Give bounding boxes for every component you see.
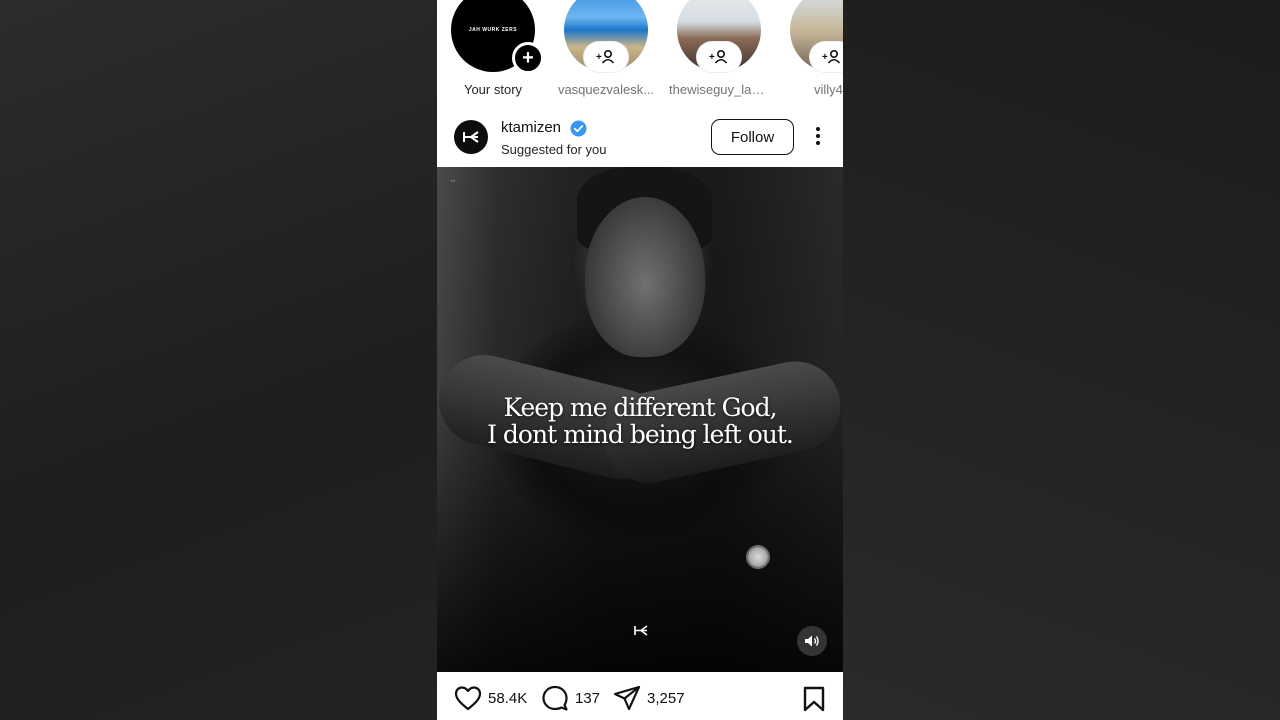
touch-indicator xyxy=(746,545,770,569)
add-friend-icon[interactable]: + xyxy=(810,42,843,72)
add-story-icon[interactable]: + xyxy=(512,42,544,74)
background-right xyxy=(843,0,1280,720)
story-label: thewiseguy_lan... xyxy=(669,82,769,97)
like-action[interactable]: 58.4K xyxy=(454,685,527,711)
your-story-ring-text: JAH WURK ZERS xyxy=(468,27,518,33)
svg-text:+: + xyxy=(596,52,602,63)
send-icon[interactable] xyxy=(613,685,641,711)
speaker-icon[interactable] xyxy=(797,626,827,656)
post-media[interactable]: ▪▪▪ Keep me different God, I dont mind b… xyxy=(437,167,843,672)
comment-icon[interactable] xyxy=(541,685,569,711)
stories-row: JAH WURK ZERS + Your story + vasquezvale… xyxy=(437,0,843,112)
story-label: villy46 xyxy=(813,82,843,97)
background-left xyxy=(0,0,437,720)
media-watermark: ▪▪▪ xyxy=(451,178,456,183)
media-quote: Keep me different God, I dont mind being… xyxy=(437,394,843,448)
like-count: 58.4K xyxy=(488,689,528,707)
add-friend-icon[interactable]: + xyxy=(697,42,741,72)
story-label: vasquezvalesk... xyxy=(557,82,655,97)
post-username[interactable]: ktamizen xyxy=(501,119,561,136)
quote-line-2: I dont mind being left out. xyxy=(487,420,794,449)
share-count: 3,257 xyxy=(647,689,685,707)
post-actions: 58.4K 137 3,257 xyxy=(437,672,843,720)
post-avatar[interactable] xyxy=(454,120,488,154)
add-friend-icon[interactable]: + xyxy=(584,42,628,72)
post-subtitle: Suggested for you xyxy=(501,142,607,157)
verified-badge-icon xyxy=(570,120,587,142)
instagram-feed: JAH WURK ZERS + Your story + vasquezvale… xyxy=(437,0,843,720)
brand-logo-icon xyxy=(633,623,649,641)
bookmark-icon[interactable] xyxy=(803,686,825,717)
post-header: ktamizen Suggested for you Follow xyxy=(437,112,843,167)
story-label: Your story xyxy=(463,82,523,97)
comment-count: 137 xyxy=(575,689,601,707)
heart-icon[interactable] xyxy=(454,685,482,711)
svg-text:+: + xyxy=(822,52,828,63)
more-vertical-icon[interactable] xyxy=(809,125,827,149)
svg-text:+: + xyxy=(709,52,715,63)
quote-line-1: Keep me different God, xyxy=(503,393,777,422)
share-action[interactable]: 3,257 xyxy=(613,685,685,711)
follow-button[interactable]: Follow xyxy=(711,119,794,155)
comment-action[interactable]: 137 xyxy=(541,685,600,711)
